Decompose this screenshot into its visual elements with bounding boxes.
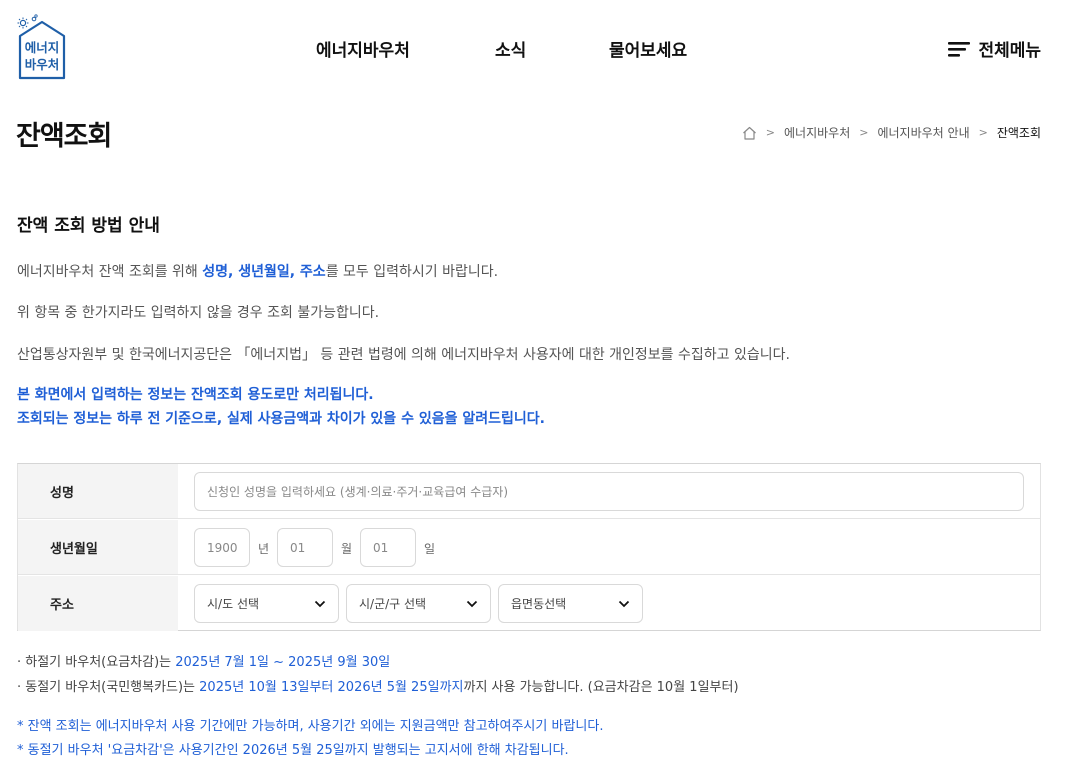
summer-period-pre: · 하절기 바우처(요금차감)는 [17,655,176,670]
nav-item-energy-voucher[interactable]: 에너지바우처 [316,36,410,61]
sido-select-value: 시/도 선택 [207,597,260,611]
name-input[interactable] [194,472,1024,511]
day-unit-label: 일 [424,542,436,556]
nav-item-news[interactable]: 소식 [495,36,526,61]
chevron-down-icon [466,600,478,608]
balance-inquiry-form: 성명 생년월일 년 월 일 주소 시/도 선택 시/군/구 선택 읍면동선택 [17,463,1041,631]
breadcrumb-item[interactable]: 에너지바우처 안내 [877,124,969,141]
chevron-down-icon [314,600,326,608]
guide-paragraph-1: 에너지바우처 잔액 조회를 위해 성명, 생년월일, 주소를 모두 입력하시기 … [17,261,498,281]
home-icon[interactable] [742,126,757,140]
page-title: 잔액조회 [16,121,112,152]
sido-select[interactable]: 시/도 선택 [194,584,339,623]
winter-period-pre: · 동절기 바우처(국민행복카드)는 [17,680,200,695]
eupmyeondong-select[interactable]: 읍면동선택 [498,584,643,623]
guide-p1-post: 를 모두 입력하시기 바랍니다. [325,264,499,280]
form-row-name: 성명 [18,464,1040,519]
breadcrumb-current: 잔액조회 [996,126,1041,140]
winter-period-post: 까지 사용 가능합니다. (요금차감은 10월 1일부터) [463,680,739,695]
name-label: 성명 [18,464,178,518]
birth-year-input[interactable] [194,528,250,567]
chevron-right-icon: > [859,126,869,139]
nav-item-ask[interactable]: 물어보세요 [609,36,687,61]
full-menu-button[interactable]: 전체메뉴 [948,36,1041,61]
summer-voucher-period: · 하절기 바우처(요금차감)는 2025년 7월 1일 ~ 2025년 9월 … [17,651,390,670]
full-menu-label: 전체메뉴 [978,41,1041,61]
main-nav: 에너지바우처 소식 물어보세요 [0,36,1071,61]
site-header: 에너지 바우처 에너지바우처 소식 물어보세요 전체메뉴 [0,0,1071,95]
winter-voucher-period: · 동절기 바우처(국민행복카드)는 2025년 10월 13일부터 2026년… [17,676,739,695]
chevron-right-icon: > [978,126,988,139]
eupmyeondong-select-value: 읍면동선택 [511,597,567,611]
sigungu-select[interactable]: 시/군/구 선택 [346,584,491,623]
guide-paragraph-3: 산업통상자원부 및 한국에너지공단은 「에너지법」 등 관련 법령에 의해 에너… [17,347,790,363]
birth-day-input[interactable] [360,528,416,567]
sigungu-select-value: 시/군/구 선택 [359,597,427,611]
guide-notice-1: 본 화면에서 입력하는 정보는 잔액조회 용도로만 처리됩니다. [17,387,374,403]
footnote-2: * 동절기 바우처 '요금차감'은 사용기간인 2026년 5월 25일까지 발… [17,743,569,758]
guide-title: 잔액 조회 방법 안내 [17,216,160,236]
birth-month-input[interactable] [277,528,333,567]
month-unit-label: 월 [341,542,353,556]
year-unit-label: 년 [258,542,270,556]
form-row-address: 주소 시/도 선택 시/군/구 선택 읍면동선택 [18,576,1040,631]
summer-period-dates: 2025년 7월 1일 ~ 2025년 9월 30일 [175,655,391,670]
hamburger-icon [948,41,971,57]
footnote-1: * 잔액 조회는 에너지바우처 사용 기간에만 가능하며, 사용기간 외에는 지… [17,719,604,734]
birth-label: 생년월일 [18,520,178,574]
breadcrumb-item[interactable]: 에너지바우처 [784,124,850,141]
guide-p1-highlight: 성명, 생년월일, 주소 [202,264,326,280]
winter-period-dates: 2025년 10월 13일부터 2026년 5월 25일까지 [199,680,464,695]
chevron-right-icon: > [765,126,775,139]
guide-notice-2: 조회되는 정보는 하루 전 기준으로, 실제 사용금액과 차이가 있을 수 있음… [17,411,545,427]
chevron-down-icon [618,600,630,608]
breadcrumb: > 에너지바우처 > 에너지바우처 안내 > 잔액조회 [742,124,1041,141]
address-label: 주소 [18,576,178,631]
form-row-birth: 생년월일 년 월 일 [18,520,1040,575]
guide-paragraph-2: 위 항목 중 한가지라도 입력하지 않을 경우 조회 불가능합니다. [17,305,380,321]
guide-p1-pre: 에너지바우처 잔액 조회를 위해 [17,264,203,280]
